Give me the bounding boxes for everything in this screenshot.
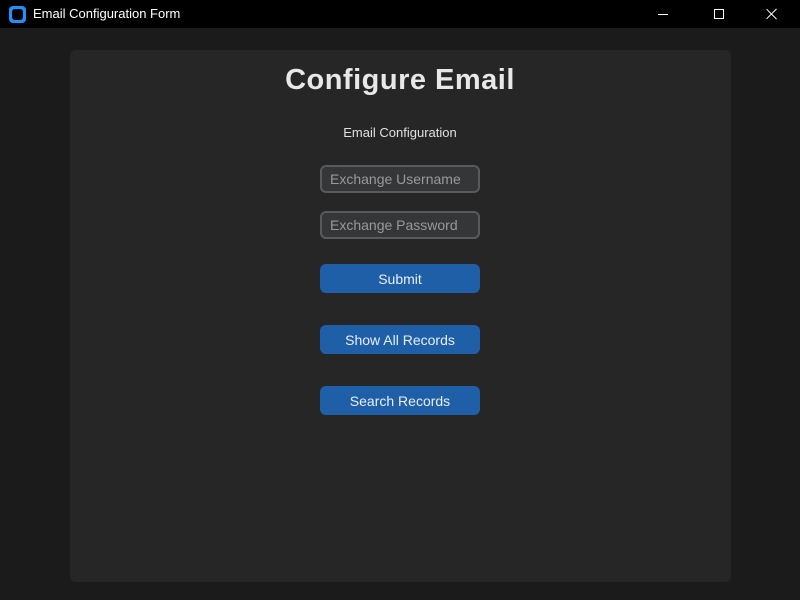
minimize-icon	[658, 13, 668, 15]
title-bar[interactable]: Email Configuration Form	[0, 0, 800, 28]
app-icon	[9, 6, 26, 23]
search-records-button[interactable]: Search Records	[320, 386, 480, 415]
minimize-button[interactable]	[640, 0, 686, 28]
maximize-button[interactable]	[696, 0, 742, 28]
main-content: Configure Email Email Configuration Subm…	[0, 28, 800, 600]
username-input[interactable]	[320, 165, 480, 193]
submit-button[interactable]: Submit	[320, 264, 480, 293]
close-icon	[766, 8, 778, 20]
maximize-icon	[714, 9, 724, 19]
app-window: Email Configuration Form Configure Email…	[0, 0, 800, 600]
section-label: Email Configuration	[343, 125, 457, 140]
show-all-records-button[interactable]: Show All Records	[320, 325, 480, 354]
page-title: Configure Email	[285, 64, 515, 96]
window-title: Email Configuration Form	[33, 6, 181, 21]
password-input[interactable]	[320, 211, 480, 239]
close-button[interactable]	[749, 0, 795, 28]
